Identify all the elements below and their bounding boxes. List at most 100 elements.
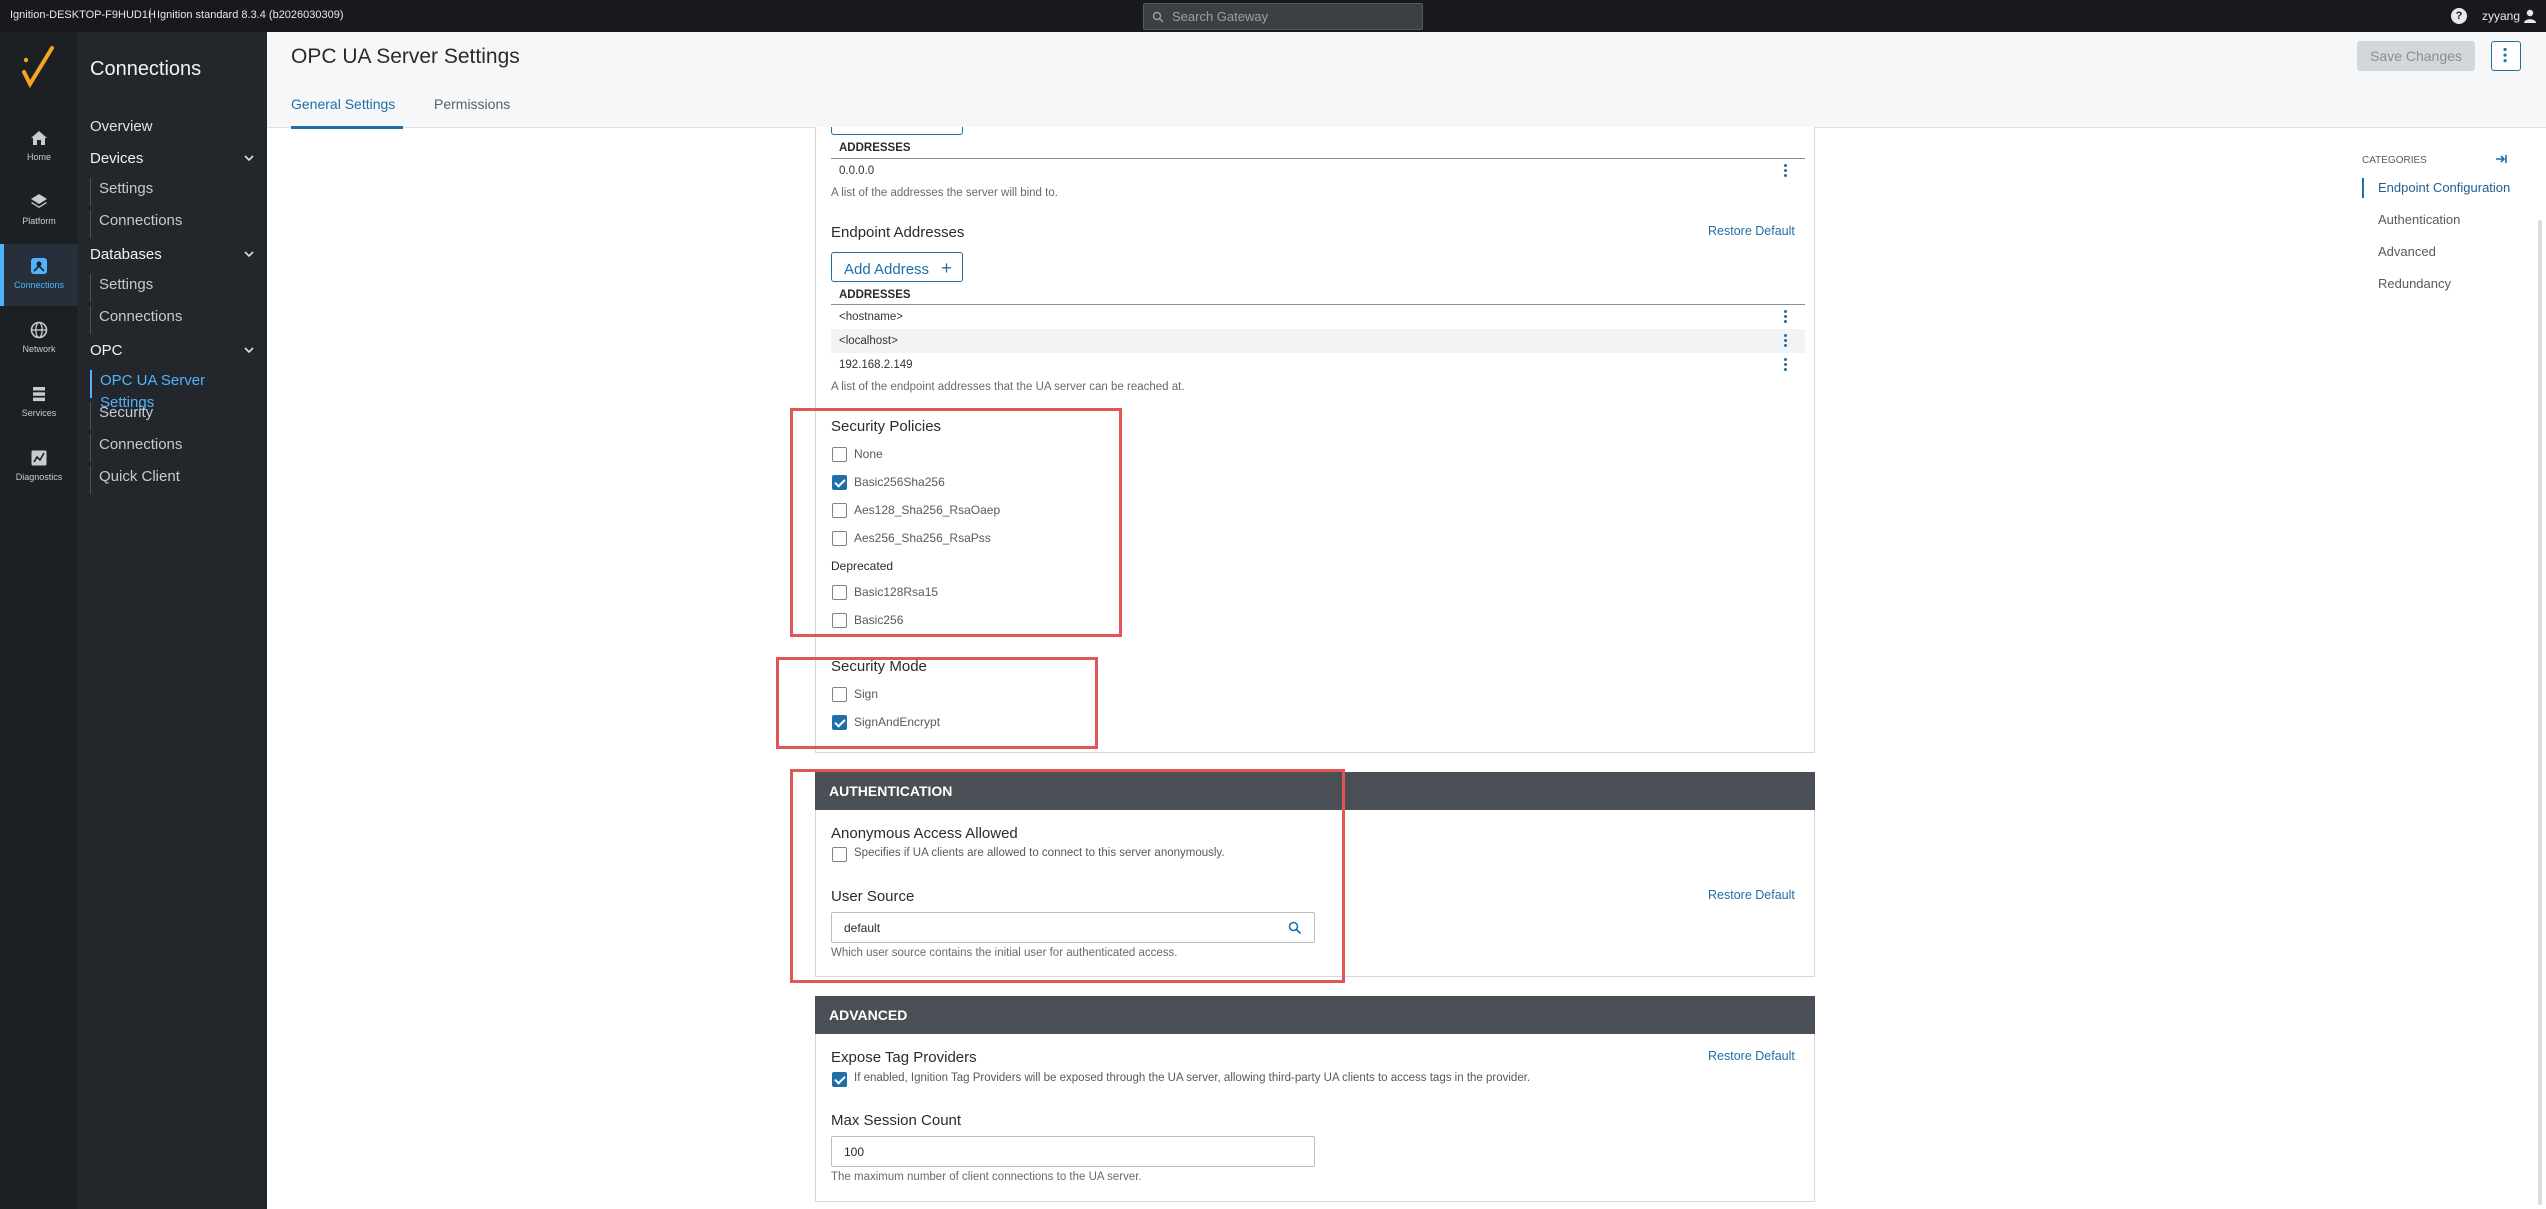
collapse-panel-icon[interactable] [2494, 152, 2508, 166]
endpoint-address-row: <hostname> [839, 311, 903, 323]
plus-icon: + [941, 258, 952, 278]
endpoint-address-row: <localhost> [839, 335, 898, 347]
search-icon [1152, 11, 1164, 23]
nav-group-opc[interactable]: OPC [90, 342, 255, 359]
bind-addresses-column: ADDRESSES [839, 142, 911, 154]
tab-general-settings[interactable]: General Settings [291, 96, 395, 112]
rail-label: Services [21, 408, 57, 418]
row-menu-icon[interactable] [1784, 358, 1788, 372]
globe-icon [30, 321, 48, 339]
rail-item-diagnostics[interactable]: Diagnostics [0, 436, 78, 498]
categories-title: CATEGORIES [2362, 155, 2427, 166]
icon-rail: Home Platform Connections Network Servic… [0, 32, 78, 1209]
nav-opc-security[interactable]: Security [90, 402, 260, 430]
category-advanced[interactable]: Advanced [2378, 244, 2436, 259]
save-changes-button[interactable]: Save Changes [2357, 41, 2475, 71]
restore-default-link[interactable]: Restore Default [1708, 224, 1795, 238]
rail-item-platform[interactable]: Platform [0, 180, 78, 242]
layers-icon [31, 194, 47, 208]
expose-tag-providers-checkbox[interactable] [832, 1072, 847, 1087]
restore-default-link[interactable]: Restore Default [1708, 1049, 1795, 1063]
page-header: OPC UA Server Settings General Settings … [267, 32, 2546, 129]
restore-default-link[interactable]: Restore Default [1708, 888, 1795, 902]
rail-item-network[interactable]: Network [0, 308, 78, 370]
rail-label: Platform [22, 216, 56, 226]
nav-opc-ua-server-settings[interactable]: OPC UA Server Settings [90, 370, 260, 411]
secondary-nav: Connections Overview Devices Settings Co… [78, 32, 267, 1209]
rail-item-services[interactable]: Services [0, 372, 78, 434]
advanced-section-header: ADVANCED [815, 996, 1815, 1034]
add-bind-address-button[interactable] [831, 127, 963, 135]
max-session-count-field[interactable]: 100 [831, 1136, 1315, 1167]
nav-devices-settings[interactable]: Settings [90, 178, 260, 206]
row-menu-icon[interactable] [1784, 310, 1788, 324]
category-endpoint-configuration[interactable]: Endpoint Configuration [2378, 180, 2510, 195]
row-menu-icon[interactable] [1784, 164, 1788, 178]
chevron-down-icon [244, 155, 254, 162]
category-redundancy[interactable]: Redundancy [2378, 276, 2451, 291]
gateway-name: Ignition-DESKTOP-F9HUD1H [10, 9, 156, 21]
nav-opc-quick-client[interactable]: Quick Client [90, 466, 260, 494]
highlight-box-security-policies [790, 408, 1122, 637]
rail-label: Home [26, 152, 51, 162]
username[interactable]: zyyang [2482, 9, 2520, 23]
nav-group-label: Databases [90, 246, 162, 263]
nav-group-label: Devices [90, 150, 144, 167]
more-options-button[interactable] [2491, 41, 2521, 71]
nav-group-databases[interactable]: Databases [90, 246, 255, 263]
max-session-count-value: 100 [844, 1145, 865, 1159]
scrollbar[interactable] [2538, 220, 2542, 1205]
stack-icon [33, 387, 45, 402]
row-menu-icon[interactable] [1784, 334, 1788, 348]
page-title: OPC UA Server Settings [291, 45, 520, 68]
divider [831, 158, 1805, 159]
chart-icon [31, 450, 47, 466]
max-session-count-label: Max Session Count [831, 1112, 962, 1129]
category-authentication[interactable]: Authentication [2378, 212, 2460, 227]
chevron-down-icon [244, 251, 254, 258]
bind-address-row: 0.0.0.0 [839, 165, 875, 177]
nav-group-devices[interactable]: Devices [90, 150, 255, 167]
max-session-count-description: The maximum number of client connections… [831, 1171, 1142, 1183]
tab-permissions[interactable]: Permissions [434, 96, 510, 112]
endpoint-addresses-column: ADDRESSES [839, 289, 911, 301]
home-icon [31, 131, 47, 145]
highlight-box-authentication [790, 769, 1345, 983]
nav-databases-settings[interactable]: Settings [90, 274, 260, 302]
search-placeholder: Search Gateway [1172, 9, 1269, 24]
endpoint-address-row: 192.168.2.149 [839, 359, 913, 371]
divider [831, 304, 1805, 305]
kebab-icon [2503, 47, 2507, 63]
rail-label: Network [22, 344, 56, 354]
nav-opc-connections[interactable]: Connections [90, 434, 260, 462]
connections-icon [31, 258, 47, 274]
endpoint-addresses-label: Endpoint Addresses [831, 224, 965, 241]
active-category-indicator [2362, 178, 2364, 198]
highlight-box-security-mode [776, 657, 1098, 749]
add-address-button[interactable]: Add Address + [831, 252, 963, 282]
nav-group-label: OPC [90, 342, 123, 359]
nav-overview[interactable]: Overview [90, 118, 153, 135]
nav-databases-connections[interactable]: Connections [90, 306, 260, 334]
help-icon[interactable]: ? [2451, 8, 2467, 24]
rail-item-connections[interactable]: Connections [0, 244, 78, 306]
expose-tag-providers-label: Expose Tag Providers [831, 1049, 977, 1066]
divider [150, 8, 151, 23]
bind-addresses-description: A list of the addresses the server will … [831, 187, 1058, 199]
rail-item-home[interactable]: Home [0, 116, 78, 178]
rail-label: Connections [13, 280, 65, 290]
top-bar: Ignition-DESKTOP-F9HUD1H Ignition standa… [0, 0, 2546, 32]
rail-label: Diagnostics [15, 472, 63, 482]
gateway-version: Ignition standard 8.3.4 (b2026030309) [157, 9, 344, 21]
nav-devices-connections[interactable]: Connections [90, 210, 260, 238]
expose-tag-providers-description: If enabled, Ignition Tag Providers will … [854, 1072, 1531, 1084]
search-input[interactable]: Search Gateway [1143, 3, 1423, 30]
user-icon[interactable] [2522, 8, 2538, 24]
nav-title: Connections [90, 58, 202, 80]
main-content: ADDRESSES 0.0.0.0 A list of the addresse… [267, 127, 2546, 1209]
table-row-highlight [831, 329, 1805, 353]
chevron-down-icon [244, 347, 254, 354]
endpoint-addresses-description: A list of the endpoint addresses that th… [831, 381, 1185, 393]
add-address-label: Add Address [844, 261, 930, 278]
ignition-logo[interactable] [20, 46, 56, 90]
